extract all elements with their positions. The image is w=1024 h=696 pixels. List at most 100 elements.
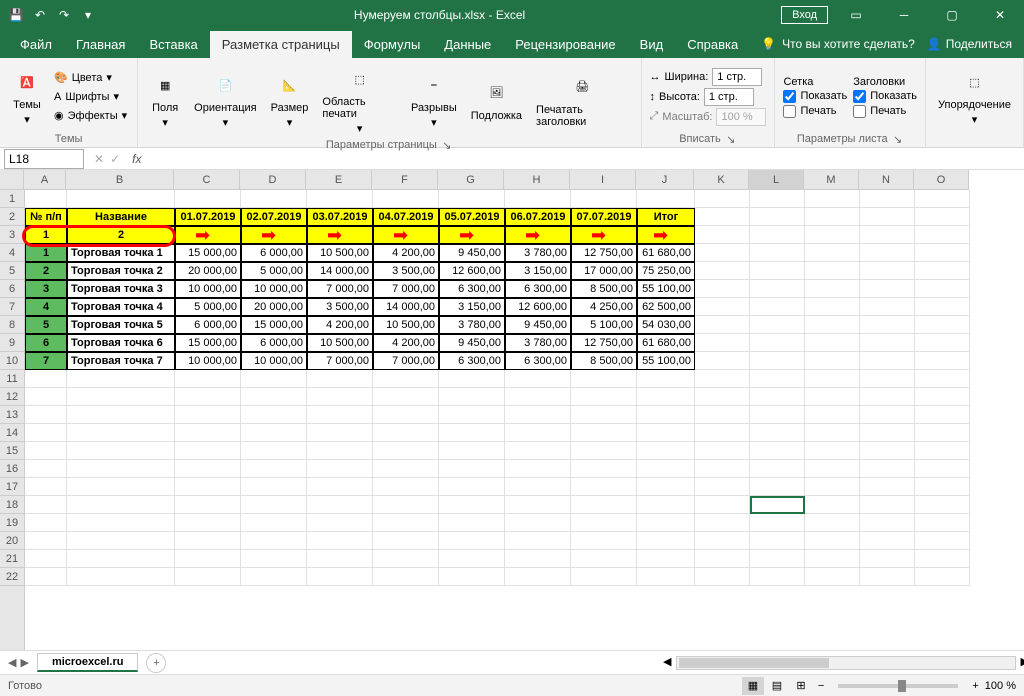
cell[interactable] [67, 442, 175, 460]
headings-show-checkbox[interactable]: Показать [853, 90, 917, 103]
cell[interactable] [25, 550, 67, 568]
undo-icon[interactable]: ↶ [30, 5, 50, 25]
cell[interactable] [805, 496, 860, 514]
cell[interactable] [439, 190, 505, 208]
cell[interactable] [25, 370, 67, 388]
cell[interactable] [505, 514, 571, 532]
cell[interactable]: 15 000,00 [241, 316, 307, 334]
cell[interactable]: 2 [67, 226, 175, 244]
cell[interactable] [695, 226, 750, 244]
cell[interactable] [373, 190, 439, 208]
cell[interactable]: 4 250,00 [571, 298, 637, 316]
cell[interactable] [805, 226, 860, 244]
cell[interactable] [571, 550, 637, 568]
cell[interactable] [805, 460, 860, 478]
cell[interactable] [307, 550, 373, 568]
cell[interactable] [695, 244, 750, 262]
cell[interactable]: 1 [25, 244, 67, 262]
gridlines-show-checkbox[interactable]: Показать [783, 90, 847, 103]
cell[interactable] [750, 244, 805, 262]
cell[interactable]: 12 600,00 [505, 298, 571, 316]
cell[interactable] [505, 388, 571, 406]
cell[interactable] [915, 226, 970, 244]
share-button[interactable]: 👤 Поделиться [927, 37, 1012, 51]
cell[interactable] [860, 226, 915, 244]
cell[interactable] [505, 478, 571, 496]
cell[interactable] [695, 262, 750, 280]
cell[interactable]: 04.07.2019 [373, 208, 439, 226]
cell[interactable]: 15 000,00 [175, 334, 241, 352]
cell[interactable]: 3 780,00 [439, 316, 505, 334]
sheetoptions-dialog-launcher[interactable]: ↘ [892, 133, 904, 145]
cell[interactable]: 6 000,00 [241, 334, 307, 352]
cell[interactable] [860, 424, 915, 442]
cell[interactable]: 6 000,00 [175, 316, 241, 334]
cell[interactable] [695, 532, 750, 550]
col-head-J[interactable]: J [636, 170, 694, 189]
row-head-14[interactable]: 14 [0, 424, 24, 442]
sheet-tab[interactable]: microexcel.ru [37, 653, 139, 672]
cell[interactable] [439, 460, 505, 478]
cell[interactable] [750, 514, 805, 532]
cell[interactable] [695, 316, 750, 334]
cell[interactable] [637, 190, 695, 208]
cell[interactable] [695, 514, 750, 532]
zoom-slider[interactable] [838, 684, 958, 688]
cell[interactable]: 7 000,00 [307, 280, 373, 298]
tab-review[interactable]: Рецензирование [503, 31, 627, 58]
cell[interactable] [505, 190, 571, 208]
cell[interactable]: Торговая точка 3 [67, 280, 175, 298]
col-head-N[interactable]: N [859, 170, 914, 189]
cell[interactable] [750, 208, 805, 226]
cell[interactable] [750, 352, 805, 370]
pagesetup-dialog-launcher[interactable]: ↘ [441, 139, 453, 151]
cell[interactable] [915, 208, 970, 226]
name-box[interactable]: L18 [4, 149, 84, 169]
cell[interactable] [805, 388, 860, 406]
cell[interactable]: 14 000,00 [373, 298, 439, 316]
cell[interactable] [307, 370, 373, 388]
cell[interactable]: 55 100,00 [637, 280, 695, 298]
cell[interactable]: 7 000,00 [373, 280, 439, 298]
cell[interactable] [241, 496, 307, 514]
width-input[interactable] [712, 68, 762, 86]
cell[interactable] [805, 514, 860, 532]
cell[interactable] [805, 262, 860, 280]
cell[interactable]: № п/п [25, 208, 67, 226]
cell[interactable] [805, 334, 860, 352]
row-head-13[interactable]: 13 [0, 406, 24, 424]
cell[interactable] [571, 370, 637, 388]
col-head-I[interactable]: I [570, 170, 636, 189]
cell[interactable] [67, 370, 175, 388]
cell[interactable] [25, 388, 67, 406]
row-head-8[interactable]: 8 [0, 316, 24, 334]
qat-customize-icon[interactable]: ▾ [78, 5, 98, 25]
cell[interactable] [25, 460, 67, 478]
cell[interactable] [860, 496, 915, 514]
cell[interactable]: 3 [25, 280, 67, 298]
cell[interactable] [439, 442, 505, 460]
cell[interactable] [25, 514, 67, 532]
cell[interactable] [439, 550, 505, 568]
cell[interactable] [67, 550, 175, 568]
cell[interactable] [860, 532, 915, 550]
save-icon[interactable]: 💾 [6, 5, 26, 25]
cell[interactable] [505, 550, 571, 568]
cell[interactable] [915, 514, 970, 532]
cell[interactable] [637, 406, 695, 424]
tab-help[interactable]: Справка [675, 31, 750, 58]
cell[interactable]: 10 000,00 [175, 280, 241, 298]
headings-print-checkbox[interactable]: Печать [853, 105, 917, 118]
cell[interactable] [695, 496, 750, 514]
size-button[interactable]: 📐Размер▾ [267, 68, 313, 131]
grid[interactable]: № п/пНазвание01.07.201902.07.201903.07.2… [25, 190, 970, 650]
cell[interactable]: 12 750,00 [571, 244, 637, 262]
cell[interactable] [505, 442, 571, 460]
cell[interactable] [571, 190, 637, 208]
cell[interactable] [695, 352, 750, 370]
orientation-button[interactable]: 📄Ориентация▾ [190, 68, 260, 131]
cell[interactable] [695, 550, 750, 568]
cell[interactable] [915, 478, 970, 496]
cell[interactable]: 9 450,00 [505, 316, 571, 334]
cell[interactable] [860, 352, 915, 370]
